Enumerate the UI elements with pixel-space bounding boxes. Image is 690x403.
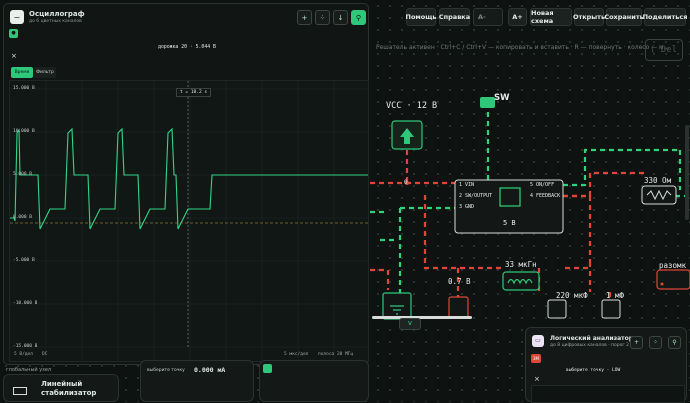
logic-analyzer-icon: ▭ <box>532 335 544 347</box>
channel-readout: дорожка 20 · 5.044 В <box>158 45 216 50</box>
delete-key-label: Del <box>660 45 677 55</box>
tab-filter[interactable]: Фильтр <box>34 67 56 78</box>
tab-time[interactable]: Время <box>11 67 33 78</box>
y-tick-7: -15.000 В <box>13 344 38 349</box>
waveform-graph <box>10 81 368 361</box>
card-status-icon <box>263 364 272 373</box>
regulator-card[interactable]: Линейный стабилизатор <box>3 374 119 402</box>
coupling-label: DC <box>42 352 48 357</box>
cursor-readout: t = 18.2 s <box>176 88 212 97</box>
font-decrease-button[interactable]: A- <box>473 8 503 26</box>
reference-button[interactable]: Справка <box>439 8 470 26</box>
oscilloscope-icon: ~ <box>10 10 24 24</box>
open-button[interactable]: Открыть <box>573 8 605 26</box>
font-increase-button[interactable]: A+ <box>508 8 527 26</box>
download-icon[interactable]: ↓ <box>333 10 348 25</box>
volts-per-div: 5 В/дел <box>14 352 33 357</box>
y-tick-3: 5.000 В <box>13 172 32 177</box>
scatter-icon[interactable]: ⁘ <box>649 336 662 349</box>
pin-icon[interactable]: ⚲ <box>668 336 681 349</box>
vcc-label: VCC · 12 В <box>386 101 438 111</box>
y-tick-1: 15.000 В <box>13 86 35 91</box>
switch-label: SW <box>494 93 510 103</box>
probe-value: 0.000 мА <box>194 366 226 374</box>
regulator-label: Линейный стабилизатор <box>41 380 97 397</box>
logic-analyzer-title: Логический анализатор <box>550 335 634 342</box>
inductor-label: 33 мкГн <box>505 260 537 269</box>
share-button[interactable]: Поделиться <box>643 8 687 26</box>
scatter-icon[interactable]: ⁘ <box>315 10 330 25</box>
pin-icon[interactable]: ⚲ <box>351 10 366 25</box>
regulator-icon <box>13 387 27 395</box>
diode-voltage-label: 0.7 В <box>448 277 471 286</box>
help-button[interactable]: Помощь <box>406 8 437 26</box>
oscilloscope-plot[interactable]: 15.000 В 10.000 В 5.000 В 0.000 В -5.000… <box>9 80 369 362</box>
ic-pin-3: 3 GND <box>459 204 475 210</box>
empty-card <box>259 360 369 402</box>
local-node-label: глобальный узел <box>6 367 52 373</box>
new-scheme-button[interactable]: Новая схема <box>530 8 572 26</box>
y-tick-2: 10.000 В <box>13 129 35 134</box>
ic-value-label: 5 В <box>503 219 516 227</box>
oscilloscope-panel[interactable]: ~ Осциллограф до 6 цветных каналов ● + ⁘… <box>3 3 369 365</box>
ic-pin-5: 5 ON/OFF <box>530 182 555 188</box>
probe-card[interactable]: выберите точку 0.000 мА <box>140 360 254 402</box>
analyzer-probe-label: выберите точку · LOW <box>566 368 621 373</box>
add-channel-button[interactable]: + <box>297 10 312 25</box>
logic-analyzer-panel[interactable]: ▭ Логический анализатор до 8 цифровых ка… <box>525 327 687 403</box>
capacitor2-label: 1 мФ <box>606 291 625 300</box>
logic-analyzer-subtitle: до 8 цифровых каналов · порог 2 В <box>550 343 634 348</box>
save-button[interactable]: Сохранить <box>604 8 644 26</box>
y-tick-4: 0.000 В <box>13 215 32 220</box>
oscilloscope-subtitle: до 6 цветных каналов <box>29 19 82 24</box>
delete-key-button[interactable]: ( Del <box>645 39 683 61</box>
capacitor1-label: 220 мкФ <box>556 291 588 300</box>
solver-hint-text: Решатель активен · Ctrl+C / Ctrl+V — коп… <box>376 44 670 51</box>
y-tick-5: -5.000 В <box>13 258 35 263</box>
open-switch-label: разомк <box>659 261 687 270</box>
record-icon[interactable]: ● <box>9 29 18 38</box>
add-probe-button[interactable]: + <box>630 336 643 349</box>
y-tick-6: -10.000 В <box>13 301 38 306</box>
close-icon[interactable]: × <box>11 52 17 60</box>
delete-icon: ( <box>651 45 655 55</box>
ic-pin-4: 4 FEEDBACK <box>530 193 561 199</box>
ic-pin-2: 2 SW/OUTPUT <box>459 193 493 199</box>
analyzer-trace-area[interactable] <box>531 385 685 403</box>
probe-label: выберите точку <box>147 368 185 373</box>
oscilloscope-title: Осциллограф <box>29 10 85 18</box>
ic-pin-1: 1 VIN <box>459 182 475 188</box>
stop-icon[interactable]: 3M <box>531 354 541 363</box>
resistor-label: 330 Ом <box>644 176 672 185</box>
collapse-chevron-button[interactable]: v <box>399 318 421 330</box>
node-zero-label: 0 <box>404 179 408 186</box>
close-icon[interactable]: × <box>534 375 540 383</box>
bandwidth-label: полоса 20 МГц <box>318 352 354 357</box>
timebase-label: 5 мкс/дел <box>284 352 309 357</box>
